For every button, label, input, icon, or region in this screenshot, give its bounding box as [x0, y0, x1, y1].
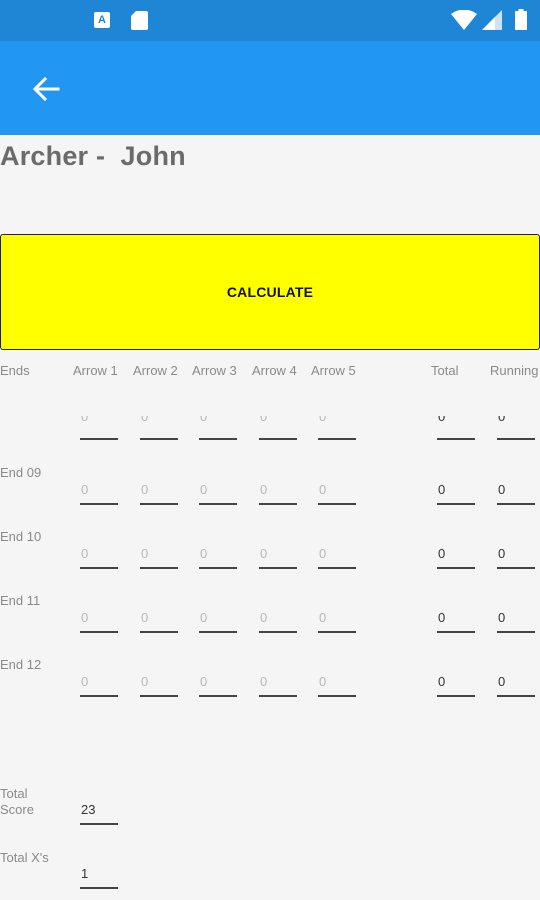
- sd-card-icon: [131, 11, 148, 30]
- end-11-running-input[interactable]: 0: [497, 609, 535, 633]
- battery-icon: [515, 9, 527, 30]
- header-total: Total: [431, 363, 459, 378]
- partial-arrow-5-input[interactable]: 0: [318, 416, 356, 440]
- end-10-arrow-4-input[interactable]: 0: [259, 545, 297, 569]
- end-10-running-input[interactable]: 0: [497, 545, 535, 569]
- end-09-arrow-2-input[interactable]: 0: [140, 481, 178, 505]
- end-09-arrow-1-input[interactable]: 0: [80, 481, 118, 505]
- end-10-arrow-1-input[interactable]: 0: [80, 545, 118, 569]
- translate-a-icon: A: [94, 12, 110, 28]
- partial-arrow-4-input[interactable]: 0: [259, 416, 297, 440]
- header-ends: Ends: [0, 363, 30, 378]
- total-x-label: Total X's: [0, 850, 49, 865]
- end-09-arrow-3-input[interactable]: 0: [199, 481, 237, 505]
- header-running: Running: [490, 363, 539, 378]
- end-12-running-input[interactable]: 0: [497, 673, 535, 697]
- partial-running-input[interactable]: 0: [497, 416, 535, 440]
- partial-total-input[interactable]: 0: [437, 416, 475, 440]
- total-score-label: Total Score: [0, 786, 34, 817]
- cell-signal-icon: [482, 10, 502, 30]
- page-title: Archer - John: [0, 141, 186, 171]
- status-bar: A: [0, 0, 540, 41]
- end-12-arrow-5-input[interactable]: 0: [318, 673, 356, 697]
- end-10-arrow-3-input[interactable]: 0: [199, 545, 237, 569]
- end-12-total-input[interactable]: 0: [437, 673, 475, 697]
- end-11-arrow-1-input[interactable]: 0: [80, 609, 118, 633]
- row-label-end-09: End 09: [0, 465, 42, 480]
- end-11-arrow-3-input[interactable]: 0: [199, 609, 237, 633]
- row-label-end-11: End 11: [0, 593, 41, 608]
- end-10-total-input[interactable]: 0: [437, 545, 475, 569]
- end-11-arrow-2-input[interactable]: 0: [140, 609, 178, 633]
- end-09-arrow-5-input[interactable]: 0: [318, 481, 356, 505]
- end-09-total-input[interactable]: 0: [437, 481, 475, 505]
- wifi-icon: [451, 10, 477, 30]
- end-10-arrow-2-input[interactable]: 0: [140, 545, 178, 569]
- calculate-button[interactable]: CALCULATE: [0, 234, 540, 350]
- header-arrow-5: Arrow 5: [311, 363, 356, 378]
- end-11-arrow-5-input[interactable]: 0: [318, 609, 356, 633]
- arrow-left-icon[interactable]: [28, 71, 64, 107]
- end-12-arrow-2-input[interactable]: 0: [140, 673, 178, 697]
- header-arrow-4: Arrow 4: [252, 363, 297, 378]
- end-09-running-input[interactable]: 0: [497, 481, 535, 505]
- partial-arrow-1-input[interactable]: 0: [80, 416, 118, 440]
- header-arrow-1: Arrow 1: [73, 363, 118, 378]
- end-11-total-input[interactable]: 0: [437, 609, 475, 633]
- total-score-field[interactable]: 23: [80, 801, 118, 825]
- end-12-arrow-1-input[interactable]: 0: [80, 673, 118, 697]
- calculate-button-label: CALCULATE: [226, 284, 314, 300]
- header-arrow-3: Arrow 3: [192, 363, 237, 378]
- row-label-end-10: End 10: [0, 529, 42, 544]
- app-bar: [0, 41, 540, 135]
- end-12-arrow-4-input[interactable]: 0: [259, 673, 297, 697]
- end-11-arrow-4-input[interactable]: 0: [259, 609, 297, 633]
- partial-arrow-2-input[interactable]: 0: [140, 416, 178, 440]
- header-arrow-2: Arrow 2: [133, 363, 178, 378]
- total-x-field[interactable]: 1: [80, 865, 118, 889]
- end-12-arrow-3-input[interactable]: 0: [199, 673, 237, 697]
- end-09-arrow-4-input[interactable]: 0: [259, 481, 297, 505]
- end-10-arrow-5-input[interactable]: 0: [318, 545, 356, 569]
- row-label-end-12: End 12: [0, 657, 42, 672]
- partial-arrow-3-input[interactable]: 0: [199, 416, 237, 440]
